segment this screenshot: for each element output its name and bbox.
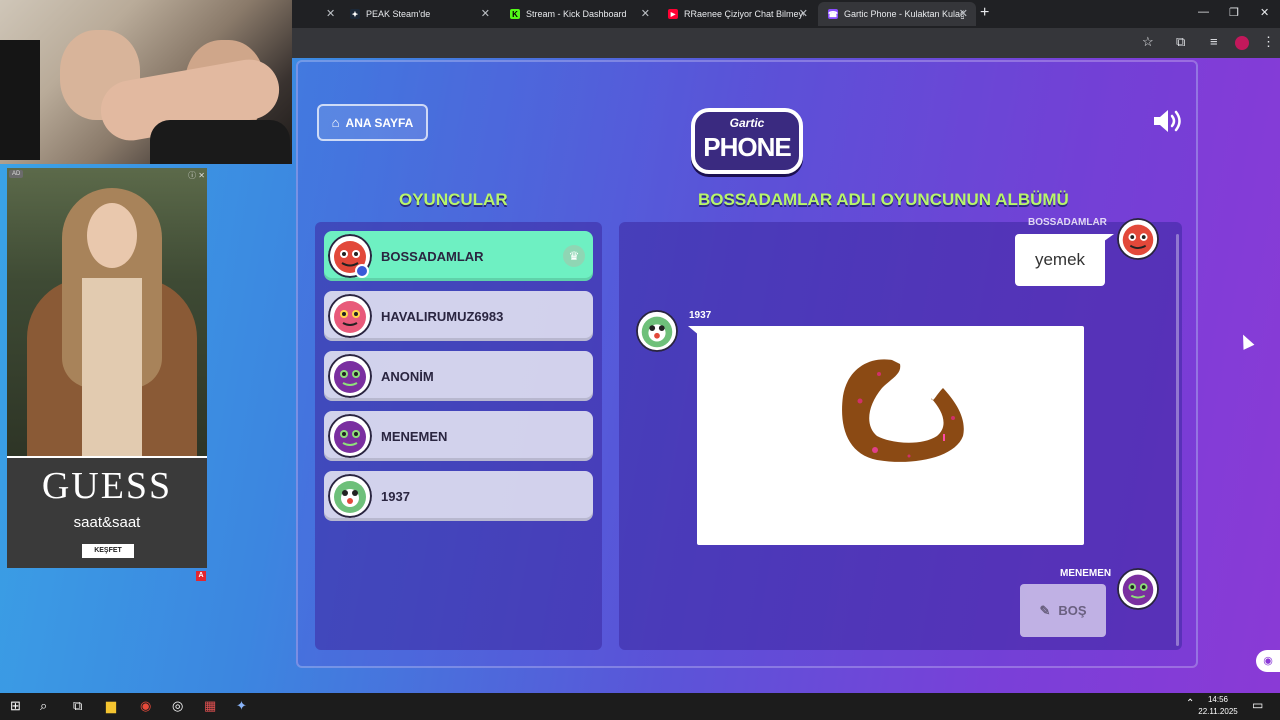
profile-avatar[interactable] [1235, 36, 1249, 50]
author-avatar [1117, 568, 1159, 610]
user-badge-icon [355, 264, 369, 278]
menu-icon[interactable]: ⋮ [1262, 34, 1275, 50]
minimize-button[interactable]: — [1198, 6, 1209, 18]
ad-close-icon[interactable]: ⓘ ✕ [188, 170, 205, 181]
album-scrollbar[interactable] [1176, 234, 1179, 646]
tab-kick-dashboard[interactable]: K Stream - Kick Dashboard ✕ [500, 2, 658, 26]
drawing-image [842, 359, 964, 462]
player-avatar [328, 474, 372, 518]
close-icon[interactable]: ✕ [799, 7, 808, 20]
ad-badge: A [196, 571, 206, 581]
close-icon[interactable]: ✕ [641, 7, 650, 20]
tab-youtube-stream[interactable]: ▶ RRaenee Çiziyor Chat Bilmeye Ç ✕ [658, 2, 816, 26]
player-item[interactable]: ANONİM [324, 351, 593, 401]
ad-subtitle: saat&saat [73, 514, 141, 531]
close-icon[interactable]: ✕ [959, 7, 968, 20]
close-icon[interactable]: ✕ [326, 7, 335, 20]
author-avatar [636, 310, 678, 352]
new-tab-button[interactable]: + [980, 4, 989, 22]
ad-brand: GUESS [41, 465, 173, 507]
crown-icon: ♛ [563, 245, 585, 267]
player-item[interactable]: MENEMEN [324, 411, 593, 461]
taskbar-clock[interactable]: 14:56 22.11.2025 [1196, 694, 1240, 718]
notification-icon[interactable]: ▭ [1252, 698, 1263, 712]
windows-taskbar [0, 693, 1280, 720]
extensions-icon[interactable]: ⧉ [1176, 34, 1185, 50]
player-item[interactable]: HAVALIRUMUZ6983 [324, 291, 593, 341]
ad-banner[interactable]: AD ⓘ ✕ GUESS saat&saat KEŞFET [7, 168, 207, 568]
app-icon[interactable]: ▦ [204, 698, 216, 714]
close-window-button[interactable]: ✕ [1260, 6, 1269, 19]
pencil-icon: ✎ [1039, 602, 1051, 618]
task-view-icon[interactable]: ⧉ [73, 698, 82, 714]
media-icon[interactable]: ≡ [1210, 34, 1218, 49]
gartic-icon: ☎ [828, 9, 838, 19]
home-button[interactable]: ⌂ ANA SAYFA [317, 104, 428, 141]
tab-gartic-phone[interactable]: ☎ Gartic Phone - Kulaktan Kulağa ✕ [818, 2, 976, 26]
phrase-bubble: yemek [1015, 234, 1105, 286]
youtube-icon: ▶ [668, 9, 678, 19]
side-widget-icon[interactable]: ◉ [1256, 650, 1280, 672]
steam-icon: ✦ [350, 9, 360, 19]
search-icon[interactable]: ⌕ [40, 698, 47, 714]
empty-answer-card: ✎ BOŞ [1020, 584, 1106, 637]
obs-icon[interactable]: ◎ [172, 698, 183, 714]
sound-icon[interactable] [1152, 107, 1186, 135]
restore-button[interactable]: ❐ [1229, 6, 1239, 19]
logo-top-text: Gartic [729, 116, 765, 130]
ad-label: AD [9, 170, 24, 178]
logo-main-text: PHONE [703, 132, 791, 162]
star-icon[interactable]: ☆ [1142, 34, 1154, 50]
close-icon[interactable]: ✕ [481, 7, 490, 20]
author-avatar [1117, 218, 1159, 260]
home-icon: ⌂ [331, 115, 340, 130]
gartic-phone-logo: Gartic PHONE [685, 104, 809, 178]
player-avatar [328, 414, 372, 458]
album-title: BOSSADAMLAR ADLI OYUNCUNUN ALBÜMÜ [698, 190, 1069, 209]
tray-chevron-icon[interactable]: ⌃ [1186, 698, 1194, 709]
drawing-card [697, 326, 1084, 545]
steam-taskbar-icon[interactable]: ✦ [236, 698, 247, 714]
message-author: MENEMEN [1060, 568, 1112, 579]
message-author: BOSSADAMLAR [1028, 217, 1107, 228]
webcam-overlay [0, 0, 292, 164]
players-title: OYUNCULAR [399, 190, 508, 209]
chrome-icon[interactable]: ◉ [140, 698, 151, 714]
player-avatar [328, 294, 372, 338]
message-author: 1937 [689, 310, 712, 321]
player-avatar [328, 354, 372, 398]
kick-icon: K [510, 9, 520, 19]
player-item[interactable]: BOSSADAMLAR ♛ [324, 231, 593, 281]
file-explorer-icon[interactable]: ▆ [106, 698, 116, 714]
player-item[interactable]: 1937 [324, 471, 593, 521]
windows-start-icon[interactable]: ⊞ [10, 698, 21, 714]
tab-peak-steam[interactable]: ✦ PEAK Steam'de ✕ [340, 2, 498, 26]
ad-cta-button[interactable]: KEŞFET [82, 544, 134, 558]
